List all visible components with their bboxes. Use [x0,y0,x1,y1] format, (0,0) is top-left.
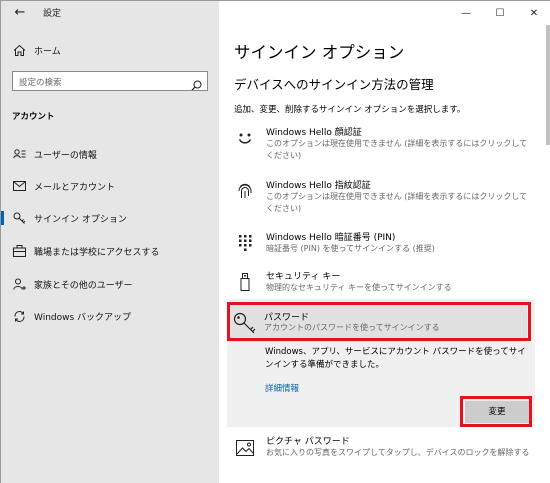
option-description: お気に入りの写真をスワイプしてタップし、デバイスのロックを解除する [266,448,530,457]
sidebar-item-label: 職場または学校にアクセスする [34,248,160,258]
details-link[interactable]: 詳細情報 [265,382,299,394]
sidebar-item-label: ホーム [34,47,61,57]
password-key-icon [233,311,257,335]
person-add-icon [12,277,26,291]
option-fingerprint[interactable]: Windows Hello 指紋認証 このオプションは現在使用できません (詳細… [229,178,529,214]
option-description: 暗証番号 (PIN) を使ってサインインする (推奨) [266,244,435,253]
section-description: 追加、変更、削除するサインイン オプションを選択します。 [234,105,466,115]
option-title: Windows Hello 暗証番号 (PIN) [266,233,396,243]
option-title: ピクチャ パスワード [266,437,350,447]
window-controls: — ☐ ✕ [449,1,550,25]
usb-key-icon [236,273,254,291]
close-button[interactable]: ✕ [517,1,550,25]
user-info-icon [12,147,26,161]
maximize-button[interactable]: ☐ [483,1,517,25]
sidebar-item-home[interactable]: ホーム [1,39,219,61]
option-title: Windows Hello 指紋認証 [266,181,371,191]
settings-window: ← 設定 ホーム 設定の検索 アカウント ユーザーの情報 メールとアカウント サ… [0,0,550,483]
search-icon[interactable] [191,76,202,91]
sidebar-item-label: Windows バックアップ [34,313,132,323]
titlebar-left: ← 設定 [1,1,219,25]
page-title: サインイン オプション [234,43,405,62]
mail-icon [12,179,26,193]
home-icon [12,43,26,57]
back-arrow-icon[interactable]: ← [9,3,31,23]
sidebar-item-family[interactable]: 家族とその他のユーザー [1,271,219,297]
scrollbar[interactable] [546,25,550,145]
option-picture-password[interactable]: ピクチャ パスワード お気に入りの写真をスワイプしてタップし、デバイスのロックを… [229,434,530,464]
option-face-recognition[interactable]: Windows Hello 顔認証 このオプションは現在使用できません (詳細を… [229,125,529,161]
option-title: セキュリティ キー [266,272,341,282]
sidebar-item-signin-options[interactable]: サインイン オプション [1,205,219,231]
sidebar-item-label: メールとアカウント [34,183,116,193]
option-pin[interactable]: Windows Hello 暗証番号 (PIN) 暗証番号 (PIN) を使って… [229,230,529,256]
section-heading: デバイスへのサインイン方法の管理 [234,77,434,92]
option-description: このオプションは現在使用できません (詳細を表示するにはクリックしてください) [266,139,528,160]
option-password[interactable]: パスワード アカウントのパスワードを使ってサインインする [227,304,527,342]
face-icon [236,129,254,147]
search-placeholder: 設定の検索 [19,78,62,88]
option-security-key[interactable]: セキュリティ キー 物理的なセキュリティ キーを使ってサインインする [229,269,529,295]
sidebar-item-work-school[interactable]: 職場または学校にアクセスする [1,238,219,264]
sidebar-item-label: ユーザーの情報 [34,151,97,161]
option-description: 物理的なセキュリティ キーを使ってサインインする [266,283,452,292]
app-title: 設定 [43,9,62,19]
sidebar: ← 設定 ホーム 設定の検索 アカウント ユーザーの情報 メールとアカウント サ… [1,1,219,483]
fingerprint-icon [236,182,254,200]
sidebar-item-mail[interactable]: メールとアカウント [1,173,219,199]
change-button[interactable]: 変更 [465,401,529,423]
option-title: Windows Hello 顔認証 [266,128,362,138]
option-description: このオプションは現在使用できません (詳細を表示するにはクリックしてください) [266,192,528,213]
search-input[interactable]: 設定の検索 [12,71,208,91]
password-info-text: Windows、アプリ、サービスにアカウント パスワードを使ってサインインする準… [265,347,526,370]
sync-icon [12,309,26,323]
sidebar-item-label: サインイン オプション [34,215,127,225]
section-label: アカウント [12,112,55,122]
picture-icon [236,439,254,457]
key-icon [12,211,26,225]
option-description: アカウントのパスワードを使ってサインインする [264,323,440,332]
pin-keypad-icon [236,234,254,252]
sidebar-item-label: 家族とその他のユーザー [34,281,133,291]
minimize-button[interactable]: — [449,1,483,25]
briefcase-icon [12,244,26,258]
sidebar-item-user-info[interactable]: ユーザーの情報 [1,141,219,167]
main-content: — ☐ ✕ サインイン オプション デバイスへのサインイン方法の管理 追加、変更… [219,1,550,483]
sidebar-item-backup[interactable]: Windows バックアップ [1,303,219,329]
